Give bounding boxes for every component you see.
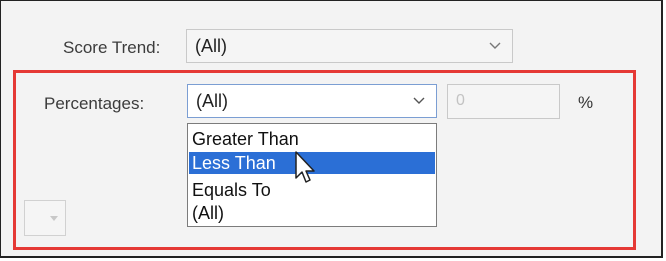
mouse-pointer-icon	[295, 151, 315, 183]
percentages-label: Percentages:	[44, 94, 145, 113]
percentages-select[interactable]: (All)	[187, 84, 437, 118]
score-trend-label: Score Trend:	[63, 38, 161, 57]
chevron-down-icon[interactable]	[412, 94, 426, 106]
option-all[interactable]: (All)	[189, 202, 435, 224]
threshold-value: 0	[456, 92, 465, 109]
score-trend-value: (All)	[195, 36, 227, 56]
score-trend-select[interactable]: (All)	[186, 29, 513, 63]
percentages-value: (All)	[196, 91, 228, 111]
option-greater-than[interactable]: Greater Than	[189, 128, 435, 150]
partial-select[interactable]	[24, 200, 66, 236]
chevron-down-icon[interactable]	[49, 215, 59, 223]
filter-panel: Score Trend: (All) Percentages: (All) 0 …	[0, 0, 663, 258]
chevron-down-icon[interactable]	[488, 39, 502, 51]
threshold-input[interactable]: 0	[447, 84, 560, 119]
percent-sign: %	[578, 93, 594, 112]
